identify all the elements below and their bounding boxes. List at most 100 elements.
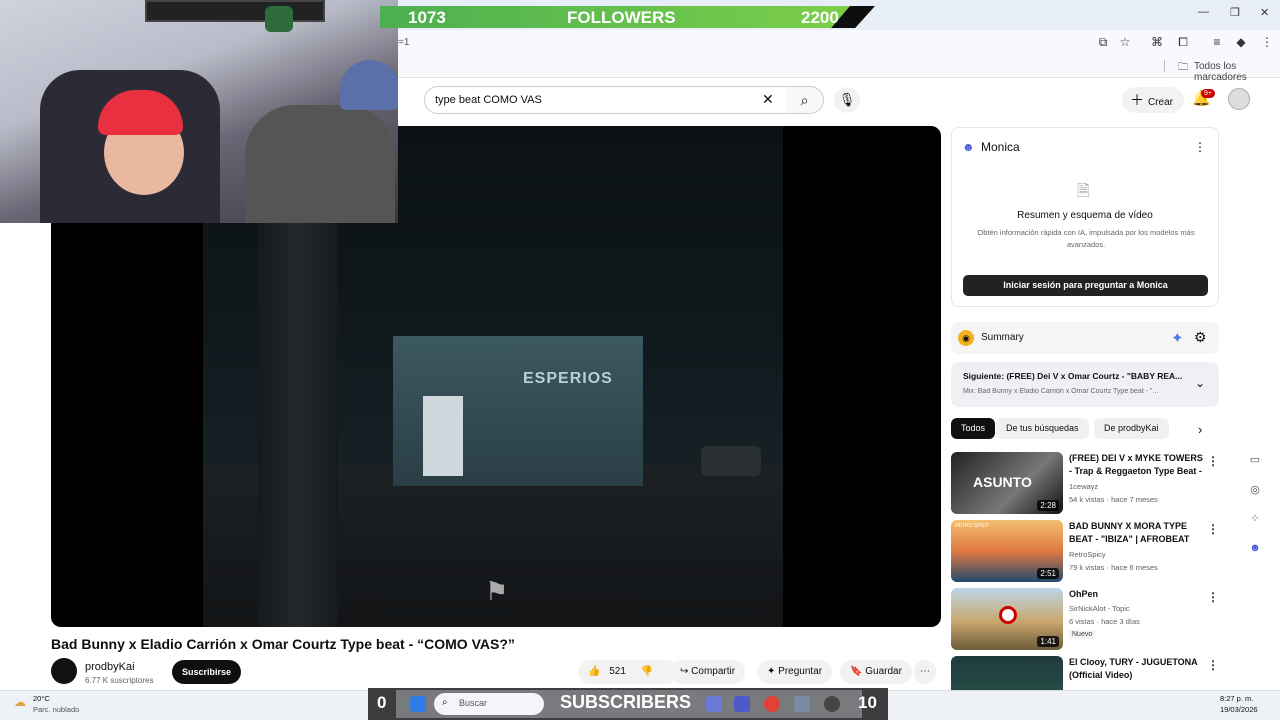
- star-icon[interactable]: ☆: [1118, 35, 1132, 49]
- like-dislike-button[interactable]: 👍 521 👎: [578, 660, 678, 684]
- monica-description: Obtén información rápida con IA, impulsa…: [977, 228, 1195, 249]
- duration-badge: 2:28: [1037, 500, 1059, 511]
- duration-badge: 1:41: [1037, 636, 1059, 647]
- rec-channel: RetroSpicy: [1069, 550, 1106, 559]
- chip-todos[interactable]: Todos: [951, 418, 996, 439]
- monica-title: Monica: [981, 140, 1020, 154]
- teams-icon[interactable]: [734, 696, 750, 712]
- install-app-icon[interactable]: ⧉: [1096, 35, 1110, 49]
- document-icon: 🗎: [1077, 183, 1090, 200]
- followers-goal-bar: 1073 FOLLOWERS 2200: [380, 6, 880, 28]
- rec-meta: 6 vistas · hace 3 días: [1069, 617, 1140, 626]
- like-count: 521: [609, 666, 626, 677]
- profile-icon[interactable]: ◆: [1234, 35, 1248, 49]
- voice-search-button[interactable]: 🎙: [834, 87, 860, 113]
- monica-login-button[interactable]: Iniciar sesión para preguntar a Monica: [963, 275, 1208, 296]
- address-url[interactable]: =1: [398, 37, 409, 48]
- restore-icon[interactable]: ❐: [1230, 6, 1240, 19]
- obs-icon[interactable]: [824, 696, 840, 712]
- channel-avatar[interactable]: [51, 658, 77, 684]
- rec-channel: SirNickAlot - Topic: [1069, 604, 1130, 613]
- rec-title: BAD BUNNY X MORA TYPE BEAT - "IBIZA" | A…: [1069, 521, 1190, 544]
- search-input[interactable]: type beat COMO VAS: [424, 86, 788, 114]
- ask-button[interactable]: ✦ Preguntar: [757, 660, 833, 684]
- next-up-panel[interactable]: [951, 362, 1219, 407]
- video-thumbnail[interactable]: 1:41: [951, 588, 1063, 650]
- thumbnail-text: RETRO SPICY: [955, 523, 989, 529]
- video-thumbnail[interactable]: RETRO SPICY 2:51: [951, 520, 1063, 582]
- video-thumbnail[interactable]: ASUNTO 2:28: [951, 452, 1063, 514]
- more-vert-icon[interactable]: ⋮: [1207, 522, 1219, 536]
- list-item[interactable]: 1:41 OhPen SirNickAlot - Topic 6 vistas …: [951, 588, 1221, 650]
- menu-icon[interactable]: ⋮: [1260, 35, 1274, 49]
- clock-time: 8:27 p. m.: [1220, 694, 1254, 703]
- thumbnail-text: ASUNTO: [973, 474, 1032, 490]
- clock-date: 19/03/2026: [1220, 705, 1258, 714]
- address-bar[interactable]: =1 ⧉ ☆ ⌘ ⧠ ≡ ◆ ⋮: [398, 30, 1280, 56]
- clear-search-icon[interactable]: ✕: [762, 91, 774, 108]
- apps-icon[interactable]: ⁘: [1247, 511, 1263, 527]
- subscribers-goal-bar: 0 ⌕ Buscar SUBSCRIBERS 10: [368, 688, 888, 720]
- webcam-overlay: [0, 0, 398, 223]
- gear-icon[interactable]: ⚙: [1194, 329, 1207, 346]
- rec-meta: 54 k vistas · hace 7 meses: [1069, 495, 1158, 504]
- outlook-icon[interactable]: [706, 696, 722, 712]
- subscribers-label: SUBSCRIBERS: [560, 692, 692, 712]
- monica-menu-icon[interactable]: ⋮: [1194, 140, 1206, 154]
- chrome-icon[interactable]: [764, 696, 780, 712]
- video-title: Bad Bunny x Eladio Carrión x Omar Courtz…: [51, 636, 515, 652]
- mic-icon: 🎙: [838, 92, 856, 107]
- channel-name[interactable]: prodbyKai: [85, 661, 135, 673]
- share-button[interactable]: ↪ Compartir: [670, 660, 746, 684]
- more-vert-icon[interactable]: ⋮: [1207, 454, 1219, 468]
- all-bookmarks-link[interactable]: Todos los marcadores: [1194, 61, 1280, 83]
- rec-title: El Clooy, TURY - JUGUETONA (Official Vid…: [1069, 657, 1198, 680]
- store-sign: ESPERIOS: [523, 370, 613, 387]
- bookmark-icon: 🔖: [850, 666, 863, 677]
- subscriber-count: 6.77 K suscriptores: [85, 676, 154, 685]
- chevron-down-icon[interactable]: ⌄: [1195, 376, 1205, 390]
- thumbs-down-icon[interactable]: 👎: [641, 666, 653, 677]
- windows-start-icon[interactable]: [410, 696, 426, 712]
- more-vert-icon[interactable]: ⋮: [1207, 590, 1219, 604]
- more-actions-button[interactable]: ⋯: [914, 660, 936, 684]
- share-icon: ↪: [680, 666, 689, 677]
- translate-icon[interactable]: ⌘: [1150, 35, 1164, 49]
- minimize-icon[interactable]: —: [1198, 6, 1209, 18]
- close-window-icon[interactable]: ✕: [1260, 6, 1269, 19]
- chip-busquedas[interactable]: De tus búsquedas: [996, 418, 1089, 439]
- create-button[interactable]: ＋ Crear: [1122, 87, 1184, 113]
- subscribe-button[interactable]: Suscribirse: [172, 660, 241, 684]
- chip-prodbykai[interactable]: De prodbyKai: [1094, 418, 1169, 439]
- next-up-title: Siguiente: (FREE) Dei V x Omar Courtz - …: [963, 371, 1183, 381]
- save-button[interactable]: 🔖 Guardar: [840, 660, 912, 684]
- plus-icon: ＋: [1130, 92, 1144, 108]
- monica-side-icon[interactable]: ☻: [1247, 540, 1263, 556]
- notification-badge: 9+: [1201, 89, 1215, 98]
- chevron-right-icon[interactable]: ›: [1198, 422, 1202, 437]
- taskbar-search[interactable]: ⌕ Buscar: [434, 693, 544, 715]
- settings-icon[interactable]: [794, 696, 810, 712]
- target-icon[interactable]: ◎: [1247, 482, 1263, 498]
- followers-goal: 2200: [801, 8, 839, 27]
- search-icon: ⌕: [442, 697, 448, 708]
- book-icon[interactable]: ▭: [1247, 452, 1263, 468]
- video-thumbnail[interactable]: [951, 656, 1063, 690]
- extensions-icon[interactable]: ⧠: [1176, 35, 1190, 49]
- new-badge: Nuevo: [1069, 630, 1096, 639]
- next-up-subtitle: Mix: Bad Bunny x Eladio Carrión x Omar C…: [963, 388, 1159, 395]
- duration-badge: 2:51: [1037, 568, 1059, 579]
- create-label: Crear: [1148, 97, 1174, 108]
- more-vert-icon[interactable]: ⋮: [1207, 658, 1219, 672]
- search-button[interactable]: ⌕: [786, 86, 824, 114]
- sparkle-icon: ✦: [767, 666, 776, 677]
- list-item[interactable]: El Clooy, TURY - JUGUETONA (Official Vid…: [951, 656, 1221, 690]
- subscribers-goal: 10: [858, 693, 877, 712]
- monica-heading: Resumen y esquema de vídeo: [1017, 210, 1153, 221]
- list-item[interactable]: RETRO SPICY 2:51 BAD BUNNY X MORA TYPE B…: [951, 520, 1221, 582]
- avatar[interactable]: [1228, 88, 1250, 110]
- thumbs-up-icon[interactable]: 👍: [588, 666, 600, 677]
- sparkle-icon[interactable]: ✦: [1171, 329, 1184, 347]
- list-item[interactable]: ASUNTO 2:28 (FREE) DEI V x MYKE TOWERS -…: [951, 452, 1221, 514]
- reading-list-icon[interactable]: ≡: [1210, 35, 1224, 49]
